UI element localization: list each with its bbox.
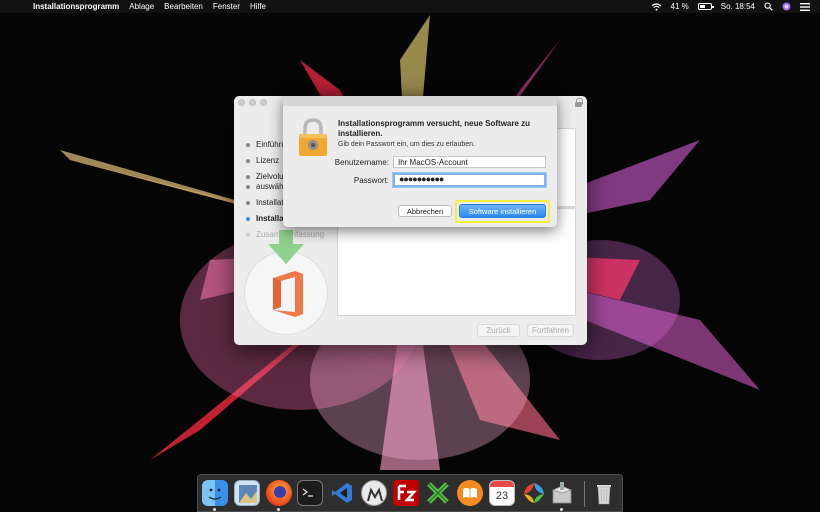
mindnode-icon[interactable] xyxy=(361,480,387,506)
terminal-prompt-icon xyxy=(302,488,313,497)
terminal-icon[interactable] xyxy=(297,480,323,506)
preview-photo-icon xyxy=(239,485,257,503)
trash-can-icon xyxy=(597,485,611,505)
wifi-icon[interactable] xyxy=(651,2,662,11)
xcode-tools-icon[interactable] xyxy=(425,480,451,506)
continue-button[interactable]: Fortfahren xyxy=(527,324,574,337)
installer-box-icon xyxy=(551,482,573,504)
filezilla-logo-icon xyxy=(397,484,417,502)
close-button[interactable] xyxy=(238,99,245,106)
authentication-dialog: Installationsprogramm versucht, neue Sof… xyxy=(283,96,557,227)
vscode-icon[interactable] xyxy=(329,480,355,506)
padlock-icon xyxy=(299,118,327,156)
installer-running-dot xyxy=(560,508,563,511)
menu-hilfe[interactable]: Hilfe xyxy=(245,2,271,11)
installer-icon[interactable] xyxy=(549,480,575,506)
trash-icon[interactable] xyxy=(591,480,617,506)
dialog-subtitle: Gib dein Passwort ein, um dies zu erlaub… xyxy=(338,141,475,148)
menu-app-name[interactable]: Installationsprogramm xyxy=(28,2,124,11)
finder-running-dot xyxy=(213,508,216,511)
xcode-tools-logo-icon xyxy=(427,482,449,504)
calendar-date: 23 xyxy=(495,490,509,502)
mindnode-logo-icon xyxy=(367,487,383,502)
vscode-logo-icon xyxy=(332,483,352,503)
clock[interactable]: So. 18:54 xyxy=(721,2,755,11)
install-software-button[interactable]: Software installieren xyxy=(459,204,546,218)
finder-icon[interactable] xyxy=(202,480,228,506)
siri-icon[interactable] xyxy=(782,2,791,11)
calendar-header xyxy=(490,481,514,487)
firefox-running-dot xyxy=(277,508,280,511)
cancel-button[interactable]: Abbrechen xyxy=(398,205,452,217)
firefox-globe-icon xyxy=(274,486,286,498)
lock-icon xyxy=(575,98,583,107)
password-label: Passwort: xyxy=(353,176,389,185)
dock: 23 xyxy=(197,474,623,512)
step-zielvolume-label-2: auswähl xyxy=(256,182,286,191)
firefox-icon[interactable] xyxy=(266,480,292,506)
dock-separator xyxy=(584,481,585,507)
ibooks-book-icon xyxy=(463,488,477,498)
username-field[interactable]: Ihr MacOS-Account xyxy=(393,156,546,168)
battery-percent[interactable]: 41 % xyxy=(671,2,689,11)
menu-fenster[interactable]: Fenster xyxy=(208,2,245,11)
password-field[interactable]: ●●●●●●●●●● xyxy=(393,173,546,187)
zoom-button[interactable] xyxy=(260,99,267,106)
dialog-title: Installationsprogramm versucht, neue Sof… xyxy=(338,119,531,138)
menu-ablage[interactable]: Ablage xyxy=(124,2,159,11)
back-button[interactable]: Zurück xyxy=(477,324,520,337)
ibooks-icon[interactable] xyxy=(457,480,483,506)
menu-bearbeiten[interactable]: Bearbeiten xyxy=(159,2,208,11)
finder-face-icon xyxy=(208,488,222,500)
filezilla-icon[interactable] xyxy=(393,480,419,506)
calendar-icon[interactable]: 23 xyxy=(489,480,515,506)
download-arrow-icon xyxy=(268,230,304,264)
menu-bar: Installationsprogramm Ablage Bearbeiten … xyxy=(0,0,820,13)
notification-center-icon[interactable] xyxy=(800,2,810,11)
spotlight-icon[interactable] xyxy=(764,2,773,11)
preview-icon[interactable] xyxy=(234,480,260,506)
codekit-icon[interactable] xyxy=(521,480,547,506)
battery-icon[interactable] xyxy=(697,3,714,10)
minimize-button[interactable] xyxy=(249,99,256,106)
status-area: 41 % So. 18:54 xyxy=(651,2,820,11)
codekit-logo-icon xyxy=(524,483,544,503)
username-label: Benutzername: xyxy=(334,158,389,167)
